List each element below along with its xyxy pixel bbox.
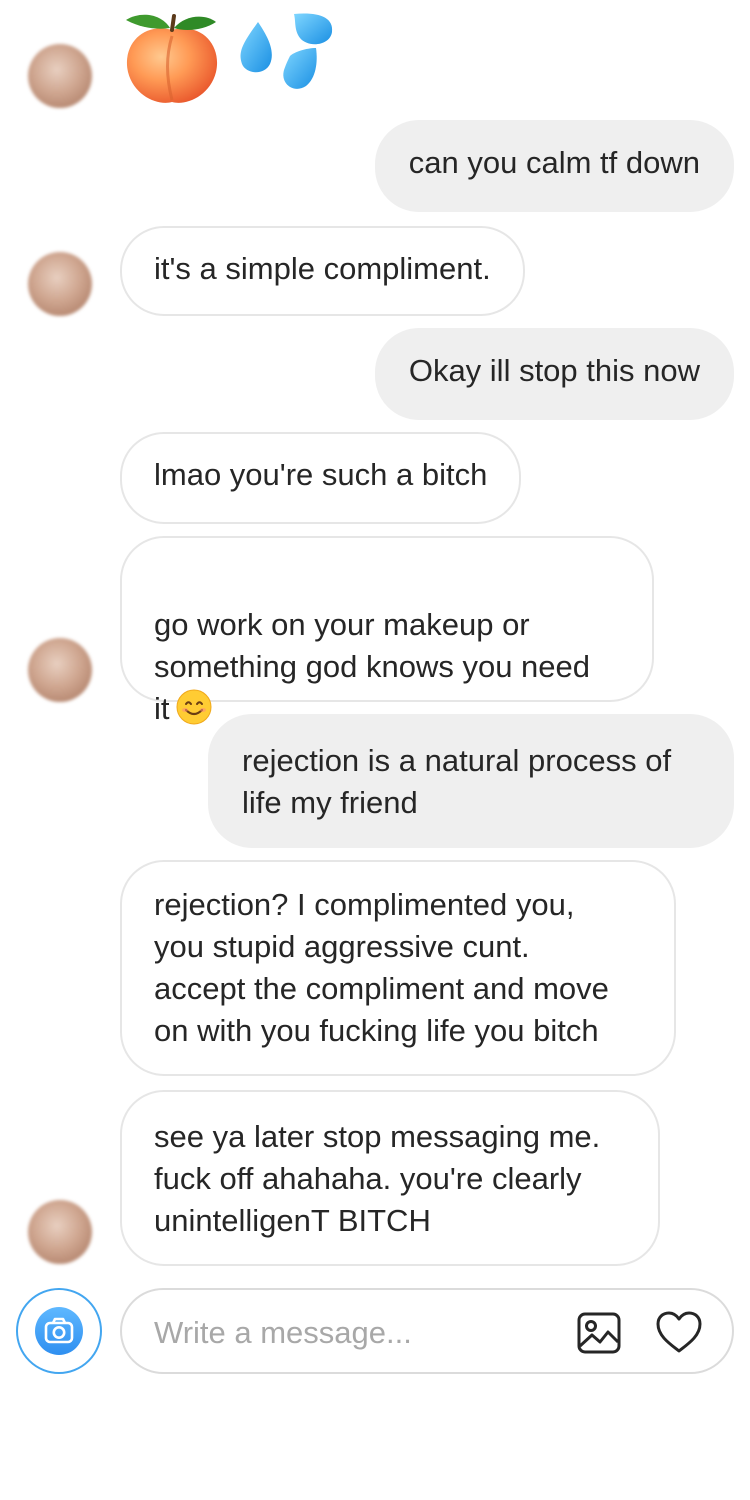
message-input-container xyxy=(120,1288,734,1374)
incoming-message-bubble[interactable]: go work on your makeup or something god … xyxy=(120,536,654,726)
message-text: go work on your makeup or something god … xyxy=(154,607,591,726)
incoming-message-bubble[interactable]: see ya later stop messaging me. fuck off… xyxy=(120,1090,660,1266)
gallery-icon[interactable] xyxy=(574,1308,624,1358)
message-input[interactable] xyxy=(152,1310,556,1356)
emoji-message xyxy=(120,6,360,110)
camera-button[interactable] xyxy=(16,1288,102,1374)
camera-icon xyxy=(35,1307,83,1355)
contact-avatar[interactable] xyxy=(28,638,92,702)
sweat-droplets-emoji xyxy=(240,13,333,89)
peach-emoji xyxy=(126,14,218,103)
contact-avatar[interactable] xyxy=(28,44,92,108)
contact-avatar[interactable] xyxy=(28,1200,92,1264)
contact-avatar[interactable] xyxy=(28,252,92,316)
smiling-face-emoji xyxy=(176,689,211,725)
incoming-message-bubble[interactable]: lmao you're such a bitch xyxy=(120,432,522,524)
outgoing-message-bubble[interactable]: Okay ill stop this now xyxy=(374,328,734,420)
incoming-message-bubble[interactable]: it's a simple compliment. xyxy=(120,226,525,316)
heart-icon[interactable] xyxy=(654,1308,704,1358)
message-thread: can you calm tf down it's a simple compl… xyxy=(0,0,750,1280)
incoming-message-bubble[interactable]: rejection? I complimented you, you stupi… xyxy=(120,860,676,1076)
outgoing-message-bubble[interactable]: can you calm tf down xyxy=(374,120,734,212)
message-composer xyxy=(0,1286,750,1376)
outgoing-message-bubble[interactable]: rejection is a natural process of life m… xyxy=(208,714,734,848)
